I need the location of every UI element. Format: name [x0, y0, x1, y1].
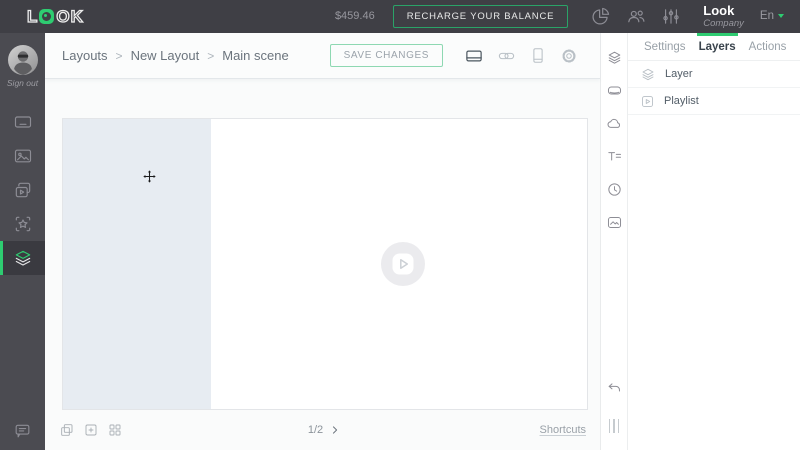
grid-icon[interactable]	[107, 422, 123, 438]
layers-icon	[606, 49, 623, 66]
playlist-icon	[640, 94, 655, 109]
screens-icon	[13, 112, 33, 132]
breadcrumb-layouts[interactable]: Layouts	[62, 48, 108, 63]
app-logo[interactable]: L O K	[26, 7, 84, 26]
chevron-right-icon[interactable]	[328, 423, 342, 437]
landscape-orientation-icon[interactable]	[464, 47, 484, 65]
duplicate-icon[interactable]	[59, 422, 75, 438]
left-sidebar: Sign out	[0, 33, 45, 450]
drag-handle-icon[interactable]	[601, 419, 627, 433]
avatar[interactable]	[7, 45, 38, 75]
breadcrumb-separator: >	[115, 48, 123, 63]
editor-content: 1/2 Shortcuts	[45, 79, 600, 450]
tool-cloud[interactable]	[601, 107, 627, 140]
layer-region[interactable]	[63, 119, 211, 409]
users-icon[interactable]	[625, 6, 647, 27]
tool-screen[interactable]	[601, 74, 627, 107]
sidebar-item-media[interactable]	[0, 139, 45, 173]
tool-layers[interactable]	[601, 41, 627, 74]
playlist-item-label: Playlist	[664, 95, 699, 107]
cloud-icon	[606, 115, 623, 132]
gear-icon[interactable]	[560, 47, 578, 65]
tool-clock[interactable]	[601, 173, 627, 206]
undo-icon	[606, 381, 623, 396]
play-button[interactable]	[381, 242, 425, 286]
move-cursor-icon	[143, 170, 156, 183]
tool-image[interactable]	[601, 206, 627, 239]
layer-list-item[interactable]: Layer	[628, 61, 800, 88]
tab-settings[interactable]: Settings	[644, 33, 686, 60]
sidebar-item-layouts[interactable]	[0, 241, 45, 275]
layers-icon	[13, 248, 33, 268]
account-type: Company	[703, 17, 744, 29]
widgets-icon	[13, 214, 33, 234]
scene-canvas[interactable]	[62, 118, 588, 410]
tab-actions[interactable]: Actions	[749, 33, 787, 60]
language-selector[interactable]: En	[760, 10, 784, 22]
tools-column	[600, 33, 627, 450]
account-menu[interactable]: Look Company	[703, 2, 744, 30]
tool-text[interactable]	[601, 140, 627, 173]
clock-icon	[606, 181, 623, 198]
right-panel: Settings Layers Actions Layer Playlist	[627, 33, 800, 450]
portrait-orientation-icon[interactable]	[529, 46, 547, 65]
playlists-icon	[13, 180, 33, 200]
recharge-balance-button[interactable]: RECHARGE YOUR BALANCE	[392, 4, 569, 28]
language-label: En	[759, 10, 774, 23]
logo-eye-icon	[39, 9, 55, 24]
sidebar-item-widgets[interactable]	[0, 207, 45, 241]
page-navigation: 1/2	[308, 423, 342, 437]
logo-letter-k: K	[70, 7, 84, 26]
undo-button[interactable]	[601, 381, 627, 396]
tab-layers[interactable]: Layers	[696, 33, 738, 60]
sliders-icon[interactable]	[661, 6, 681, 27]
pie-chart-icon[interactable]	[590, 6, 611, 27]
add-icon[interactable]	[83, 422, 99, 438]
breadcrumb-main-scene[interactable]: Main scene	[222, 48, 288, 63]
layer-item-label: Layer	[665, 68, 693, 80]
breadcrumb: Layouts > New Layout > Main scene	[62, 48, 289, 63]
image-icon	[606, 214, 623, 231]
panel-tabs: Settings Layers Actions	[628, 33, 800, 61]
logo-letter-l: L	[26, 7, 38, 26]
screen-box-icon	[606, 82, 623, 99]
shortcuts-link[interactable]: Shortcuts	[540, 424, 586, 436]
text-icon	[606, 148, 623, 165]
toolbar: Layouts > New Layout > Main scene SAVE C…	[45, 33, 600, 79]
sign-out-link[interactable]: Sign out	[0, 78, 45, 88]
feedback-icon	[13, 421, 32, 440]
logo-letter-o: O	[56, 7, 71, 26]
breadcrumb-separator: >	[207, 48, 215, 63]
chevron-down-icon	[778, 14, 784, 19]
page-indicator: 1/2	[307, 424, 324, 436]
sidebar-item-playlists[interactable]	[0, 173, 45, 207]
canvas-footer: 1/2 Shortcuts	[45, 410, 600, 450]
balance-amount: $459.46	[334, 10, 375, 23]
link-icon[interactable]	[497, 47, 516, 65]
media-icon	[13, 146, 33, 166]
sidebar-item-screens[interactable]	[0, 105, 45, 139]
breadcrumb-new-layout[interactable]: New Layout	[131, 48, 200, 63]
layers-icon	[640, 66, 656, 82]
playlist-list-item[interactable]: Playlist	[628, 88, 800, 115]
save-changes-button[interactable]: SAVE CHANGES	[329, 44, 443, 67]
main-area: Layouts > New Layout > Main scene SAVE C…	[45, 33, 600, 450]
top-bar: L O K $459.46 RECHARGE YOUR BALANCE Look…	[0, 0, 800, 33]
feedback-button[interactable]	[0, 421, 45, 440]
account-name: Look	[703, 2, 735, 18]
